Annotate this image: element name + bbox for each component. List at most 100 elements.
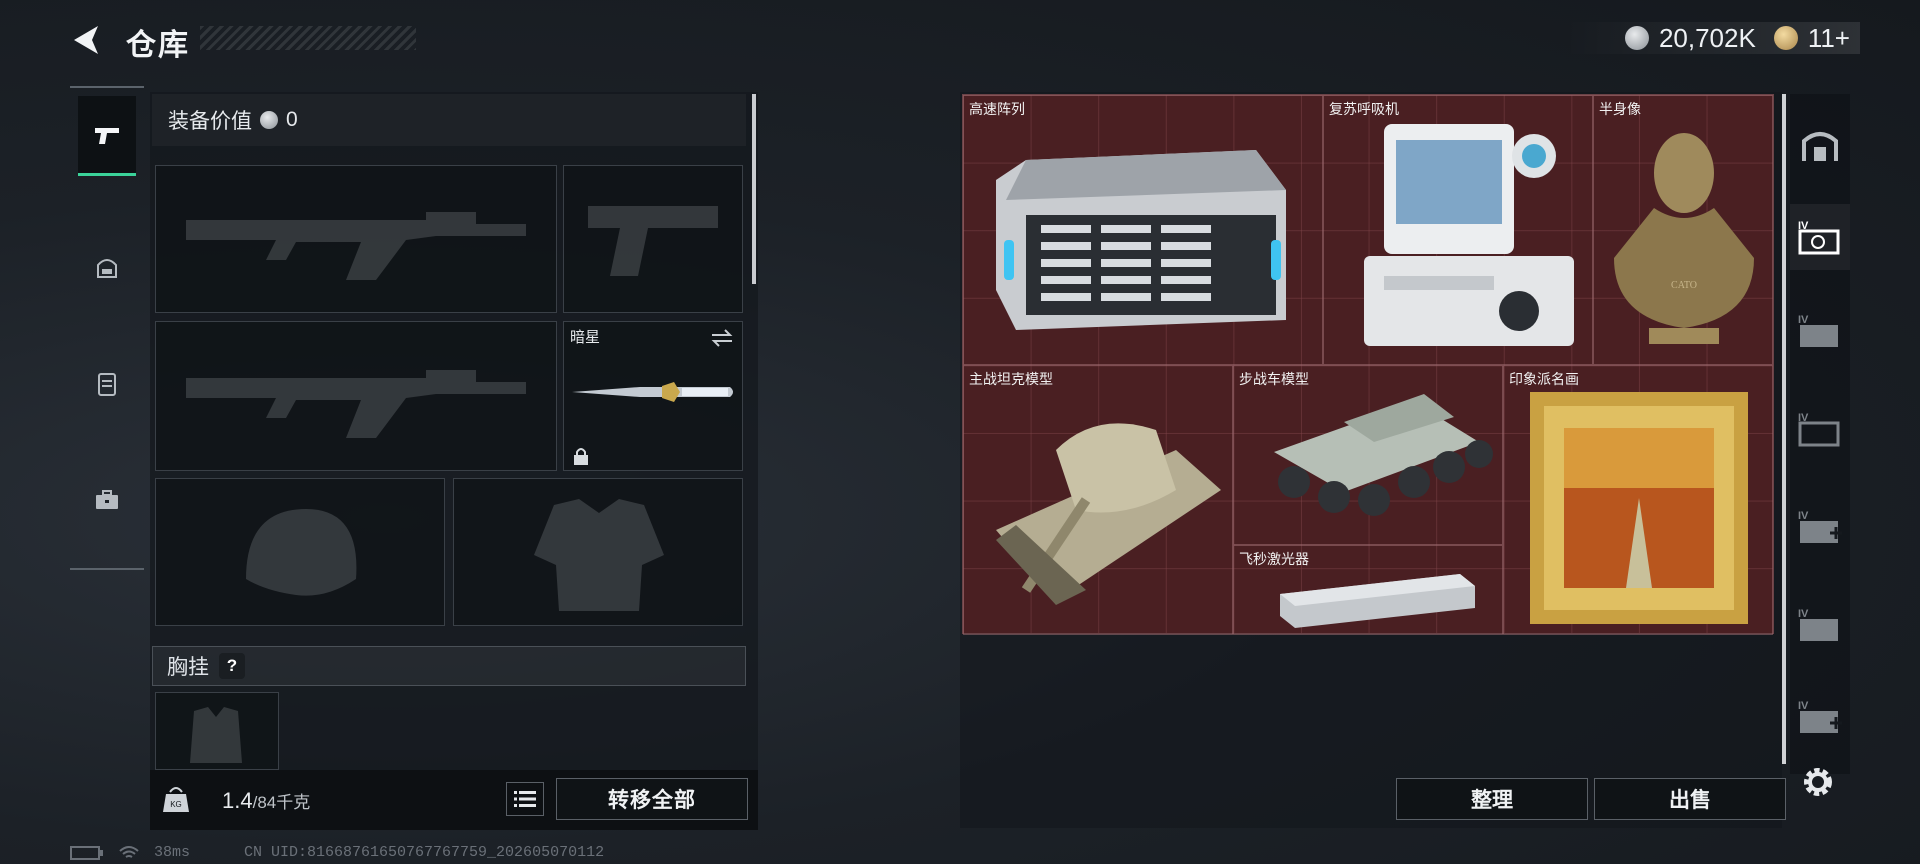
help-button[interactable]: ?	[219, 653, 245, 679]
container-iv-icon: IV	[1798, 220, 1840, 255]
silver-coin-icon	[1624, 26, 1649, 50]
laser-device-icon	[1280, 574, 1475, 628]
stash-tab-1[interactable]: IV	[1790, 204, 1850, 270]
stash-item[interactable]: 高速阵列	[963, 95, 1323, 365]
uid-text: CN UID:8166876165076776​7759_20260507011…	[244, 844, 605, 861]
stash-tab-4[interactable]: IV	[1790, 494, 1850, 560]
container-iv-icon: IV	[1798, 412, 1840, 447]
svg-text:KG: KG	[170, 800, 182, 809]
page-title: 仓库	[126, 29, 190, 62]
ping-value: 38ms	[154, 844, 191, 861]
stash-tab-home[interactable]	[1790, 112, 1850, 178]
list-icon	[514, 791, 536, 807]
transfer-all-button[interactable]: 转移全部	[556, 778, 748, 820]
helmet-icon	[97, 259, 117, 278]
stash-item[interactable]: 步战车模型	[1233, 365, 1503, 545]
armor-slot[interactable]	[453, 478, 743, 626]
svg-text:IV: IV	[1798, 314, 1809, 326]
equipment-value-header: 装备价值 0	[152, 94, 746, 146]
container-iv-icon: IV	[1798, 314, 1838, 347]
pistol-icon	[95, 127, 119, 144]
swap-icon[interactable]	[710, 328, 734, 348]
nav-helmet[interactable]	[78, 228, 136, 308]
bust-statue-icon: CATO	[1614, 133, 1754, 344]
stash-grid: 高速阵列 复苏呼吸机 半身像 CATO 主战坦克模型 步战车模型 飞秒激光器 印…	[962, 94, 1774, 635]
add-container-iv-icon: IV	[1798, 510, 1842, 543]
tank-model-icon	[996, 423, 1221, 605]
wifi-icon	[119, 845, 139, 858]
stash-tab-6[interactable]: IV	[1790, 684, 1850, 750]
server-array-icon	[996, 150, 1286, 330]
ventilator-icon	[1364, 124, 1574, 346]
equipment-category-nav	[70, 86, 144, 570]
stash-tab-2[interactable]: IV	[1790, 298, 1850, 364]
equipment-value-label: 装备价值	[168, 110, 252, 133]
carry-weight: 1.4/84千克	[222, 788, 310, 814]
title-decoration	[200, 26, 416, 50]
settings-button[interactable]	[1798, 762, 1838, 802]
sort-button[interactable]: 整理	[1396, 778, 1588, 820]
back-arrow-icon	[74, 26, 98, 54]
vest-silhouette-icon	[534, 499, 664, 611]
svg-text:CATO: CATO	[1671, 280, 1697, 291]
chest-rig-slot[interactable]	[155, 692, 279, 770]
stash-tab-5[interactable]: IV	[1790, 592, 1850, 658]
stash-tab-3[interactable]: IV	[1790, 396, 1850, 462]
battery-icon	[70, 845, 103, 860]
chest-rig-label: 胸挂	[167, 656, 209, 679]
chest-rig-header: 胸挂 ?	[152, 646, 746, 686]
nav-backpack[interactable]	[78, 460, 136, 540]
rifle-silhouette-icon	[186, 212, 526, 280]
vest-icon	[98, 373, 116, 396]
chest-rig-silhouette-icon	[190, 707, 242, 763]
pistol-silhouette-icon	[588, 206, 718, 276]
item-name: 复苏呼吸机	[1329, 101, 1399, 117]
lock-icon	[574, 448, 588, 465]
stash-item[interactable]: 半身像 CATO	[1593, 95, 1773, 365]
equipment-value: 0	[286, 108, 298, 131]
sell-button[interactable]: 出售	[1594, 778, 1786, 820]
item-name: 高速阵列	[969, 101, 1025, 117]
rifle-silhouette-icon	[186, 370, 526, 438]
stash-item[interactable]: 复苏呼吸机	[1323, 95, 1593, 365]
secondary-weapon-slot[interactable]	[155, 321, 557, 471]
weight-icon: KG	[163, 787, 189, 812]
stash-scrollbar[interactable]	[1782, 94, 1786, 764]
nav-weapons[interactable]	[78, 96, 136, 176]
ifv-model-icon	[1274, 394, 1493, 516]
sidearm-slot[interactable]	[563, 165, 743, 313]
back-button[interactable]	[68, 20, 108, 60]
item-name: 飞秒激光器	[1239, 551, 1309, 567]
helmet-silhouette-icon	[246, 509, 357, 596]
gold-coin-icon	[1773, 26, 1798, 50]
item-name: 步战车模型	[1239, 371, 1309, 387]
stash-home-icon	[1802, 132, 1838, 161]
container-iv-icon: IV	[1798, 608, 1838, 641]
svg-text:IV: IV	[1798, 510, 1809, 522]
melee-slot[interactable]: 暗星	[563, 321, 743, 471]
nav-armor[interactable]	[78, 344, 136, 424]
weight-current: 1.4	[222, 788, 253, 813]
melee-item-name: 暗星	[570, 329, 601, 346]
item-name: 半身像	[1599, 101, 1641, 117]
item-name: 印象派名画	[1509, 371, 1579, 387]
item-name: 主战坦克模型	[969, 371, 1053, 387]
gear-icon	[1804, 768, 1832, 796]
stash-item[interactable]: 主战坦克模型	[963, 365, 1233, 635]
weight-max: /84千克	[252, 793, 311, 812]
svg-text:IV: IV	[1798, 700, 1809, 712]
stash-item[interactable]: 印象派名画	[1503, 365, 1773, 635]
helmet-slot[interactable]	[155, 478, 445, 626]
list-view-button[interactable]	[506, 782, 544, 816]
gold-currency-value: 11+	[1807, 22, 1850, 53]
silver-coin-icon	[260, 111, 278, 129]
stash-item[interactable]: 飞秒激光器	[1233, 545, 1503, 635]
svg-text:IV: IV	[1798, 608, 1809, 620]
equipment-scrollbar[interactable]	[752, 94, 756, 284]
silver-currency-value: 20,702K	[1658, 22, 1756, 53]
painting-icon	[1530, 392, 1748, 624]
briefcase-icon	[96, 490, 118, 509]
knife-icon	[572, 382, 733, 402]
status-bar: 38ms CN UID:8166876165076776​7759_202605…	[70, 844, 604, 861]
primary-weapon-slot[interactable]	[155, 165, 557, 313]
